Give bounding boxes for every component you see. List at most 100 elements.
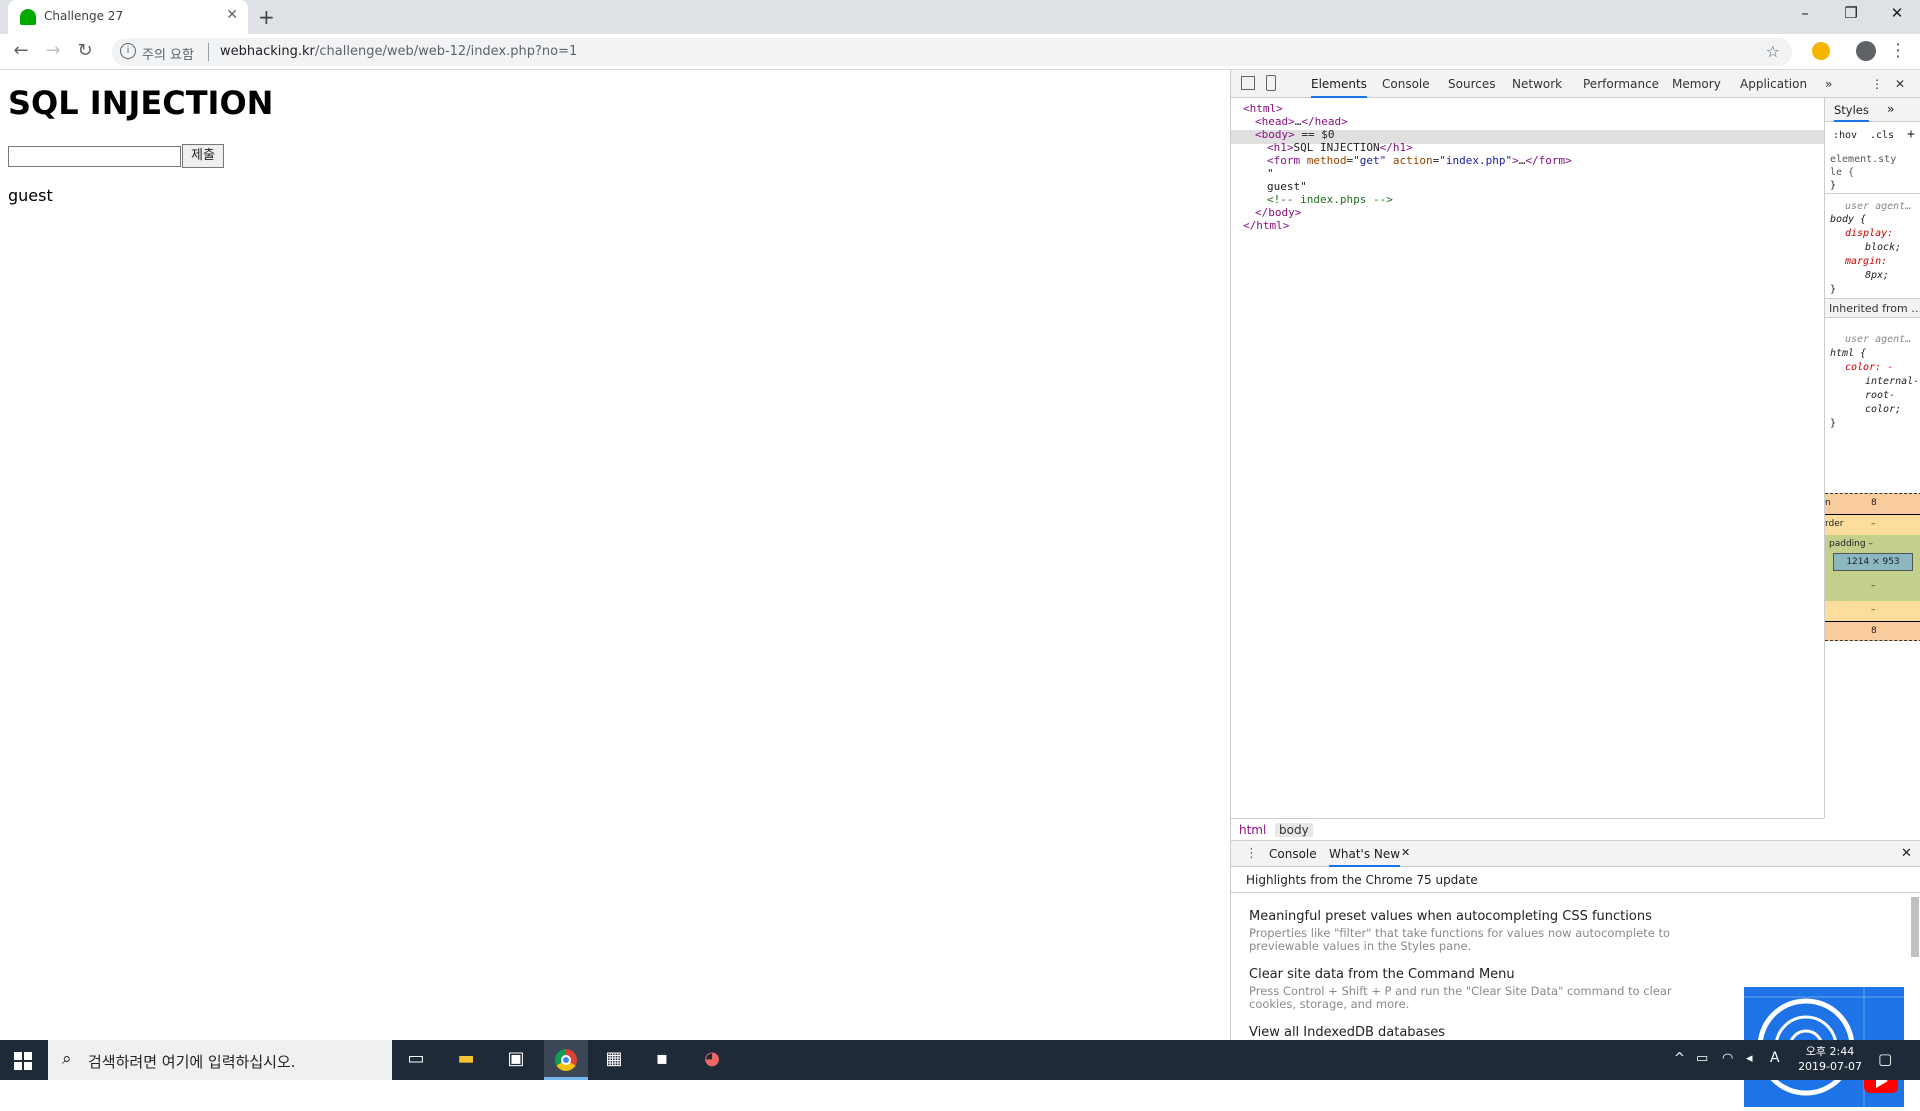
tray-chevron-icon[interactable]: ^ [1674,1051,1685,1066]
device-toolbar-icon[interactable] [1266,75,1276,91]
restore-icon[interactable]: ❐ [1836,4,1866,22]
tab-elements[interactable]: Elements [1311,77,1367,98]
whats-new-title: Highlights from the Chrome 75 update [1246,873,1478,887]
extension-icon[interactable] [1812,42,1830,60]
box-border-label: rder [1825,519,1844,529]
info-icon[interactable]: i [120,43,136,59]
dom-node-line[interactable]: guest" [1267,180,1307,193]
drawer-tabbar: ⋮ Console What's New ✕ ✕ [1231,841,1920,867]
url-host[interactable]: webhacking.kr [220,44,315,59]
drawer-tab-whats-new[interactable]: What's New [1329,847,1401,867]
terminal-icon[interactable]: ▪ [650,1048,674,1072]
browser-tab[interactable]: Challenge 27 ✕ [8,0,248,34]
tab-application[interactable]: Application [1740,77,1807,91]
file-explorer-icon[interactable]: ▬ [454,1048,478,1072]
chrome-taskbar-button[interactable] [544,1040,588,1080]
breadcrumb: html body [1231,818,1824,840]
battery-icon[interactable]: ▭ [1696,1051,1708,1066]
cls-toggle[interactable]: .cls [1870,130,1894,141]
network-icon[interactable]: ◠ [1722,1051,1733,1066]
notification-icon[interactable]: ▢ [1878,1050,1892,1068]
start-button[interactable] [0,1040,48,1080]
new-tab-button[interactable]: + [258,5,275,29]
url-path[interactable]: /challenge/web/web-12/index.php?no=1 [315,44,577,59]
box-border-top: – [1871,519,1876,529]
more-style-tabs-icon[interactable]: » [1887,102,1894,116]
drawer-menu-icon[interactable]: ⋮ [1245,846,1258,861]
item-desc: Press Control + Shift + P and run the "C… [1249,984,1672,1011]
style-rule-close: } [1830,180,1837,191]
drawer-scrollbar[interactable] [1911,897,1919,957]
security-warning[interactable]: 주의 요함 [142,44,194,63]
search-placeholder[interactable]: 검색하려면 여기에 입력하십시오. [88,1051,296,1072]
close-devtools-icon[interactable]: ✕ [1895,77,1905,91]
box-margin-bottom: 8 [1871,626,1877,636]
calculator-icon[interactable]: ▦ [602,1048,626,1072]
tab-sources[interactable]: Sources [1448,77,1495,91]
user-agent-label-2: user agent… [1845,334,1912,345]
dom-node-line[interactable]: <form method="get" action="index.php">…<… [1267,154,1572,167]
user-agent-label: user agent… [1845,201,1912,212]
taskbar-search[interactable]: ⌕ 검색하려면 여기에 입력하십시오. [48,1040,392,1080]
clock-time: 오후 2:44 [1805,1045,1855,1058]
item-title: View all IndexedDB databases [1249,1025,1446,1039]
bookmark-star-icon[interactable]: ☆ [1766,42,1780,61]
volume-icon[interactable]: ◂ [1746,1051,1753,1066]
dom-node-line[interactable]: <h1>SQL INJECTION</h1> [1267,141,1413,154]
tab-console[interactable]: Console [1382,77,1430,91]
dom-node-line[interactable]: " [1267,167,1274,180]
style-rule-element: element.sty [1830,154,1897,165]
task-view-icon[interactable]: ▭ [404,1048,428,1072]
close-whats-new-icon[interactable]: ✕ [1401,846,1410,859]
tab-network[interactable]: Network [1512,77,1562,91]
item-desc: Properties like "filter" that take funct… [1249,926,1671,953]
dom-node-line[interactable]: <body> == $0 [1255,128,1335,141]
crumb-body[interactable]: body [1275,823,1313,837]
drawer-tab-console[interactable]: Console [1269,847,1317,861]
store-icon[interactable]: ▣ [504,1048,528,1072]
close-tab-icon[interactable]: ✕ [226,7,238,23]
dom-node-line[interactable]: <!-- index.phps --> [1267,193,1393,206]
dom-node-line[interactable]: </body> [1255,206,1301,219]
ime-indicator[interactable]: A [1770,1050,1780,1066]
devtools-panel: Elements Console Sources Network Perform… [1230,70,1920,1107]
forward-icon[interactable]: → [41,40,65,61]
close-window-icon[interactable]: ✕ [1882,4,1912,22]
query-input[interactable] [8,146,181,167]
inspect-element-icon[interactable] [1241,76,1255,90]
whats-new-item-2[interactable]: Clear site data from the Command Menu Pr… [1249,967,1689,1011]
box-margin-top: 8 [1871,498,1877,508]
dom-node-line[interactable]: </html> [1243,219,1289,232]
style-rule-close-3: } [1830,418,1837,429]
hov-toggle[interactable]: :hov [1833,130,1857,141]
add-rule-icon[interactable]: + [1907,127,1915,142]
whats-new-header: Highlights from the Chrome 75 update [1231,867,1920,893]
page-viewport: SQL INJECTION 제출 guest [0,70,1230,1040]
paint-icon[interactable]: ◕ [700,1048,724,1072]
clock[interactable]: 오후 2:44 2019-07-07 [1798,1044,1862,1074]
style-body-selector: body { [1830,214,1867,225]
dom-node-line[interactable]: <head>…</head> [1255,115,1348,128]
tab-memory[interactable]: Memory [1672,77,1721,91]
profile-avatar[interactable] [1856,41,1876,61]
whats-new-item-3[interactable]: View all IndexedDB databases [1249,1025,1689,1039]
tab-performance[interactable]: Performance [1583,77,1659,91]
style-val-margin: 8px; [1865,270,1890,281]
reload-icon[interactable]: ↻ [73,40,97,61]
back-icon[interactable]: ← [9,40,33,61]
more-tabs-icon[interactable]: » [1825,77,1832,91]
whats-new-item-1[interactable]: Meaningful preset values when autocomple… [1249,909,1689,953]
devtools-menu-icon[interactable]: ⋮ [1871,77,1883,91]
tab-styles[interactable]: Styles [1834,103,1869,122]
submit-button[interactable]: 제출 [182,144,224,168]
crumb-html[interactable]: html [1239,823,1266,837]
minimize-icon[interactable]: – [1790,4,1820,22]
close-drawer-icon[interactable]: ✕ [1901,846,1912,861]
address-bar[interactable]: i 주의 요함 webhacking.kr /challenge/web/web… [112,38,1792,66]
item-title: Clear site data from the Command Menu [1249,967,1515,982]
dom-node-line[interactable]: <html> [1243,102,1283,115]
style-prop-color: color: - [1845,362,1894,373]
tab-title: Challenge 27 [44,9,124,23]
menu-kebab-icon[interactable]: ⋮ [1886,40,1910,61]
styles-pane: Styles » :hov .cls + element.sty le { } … [1824,98,1920,818]
